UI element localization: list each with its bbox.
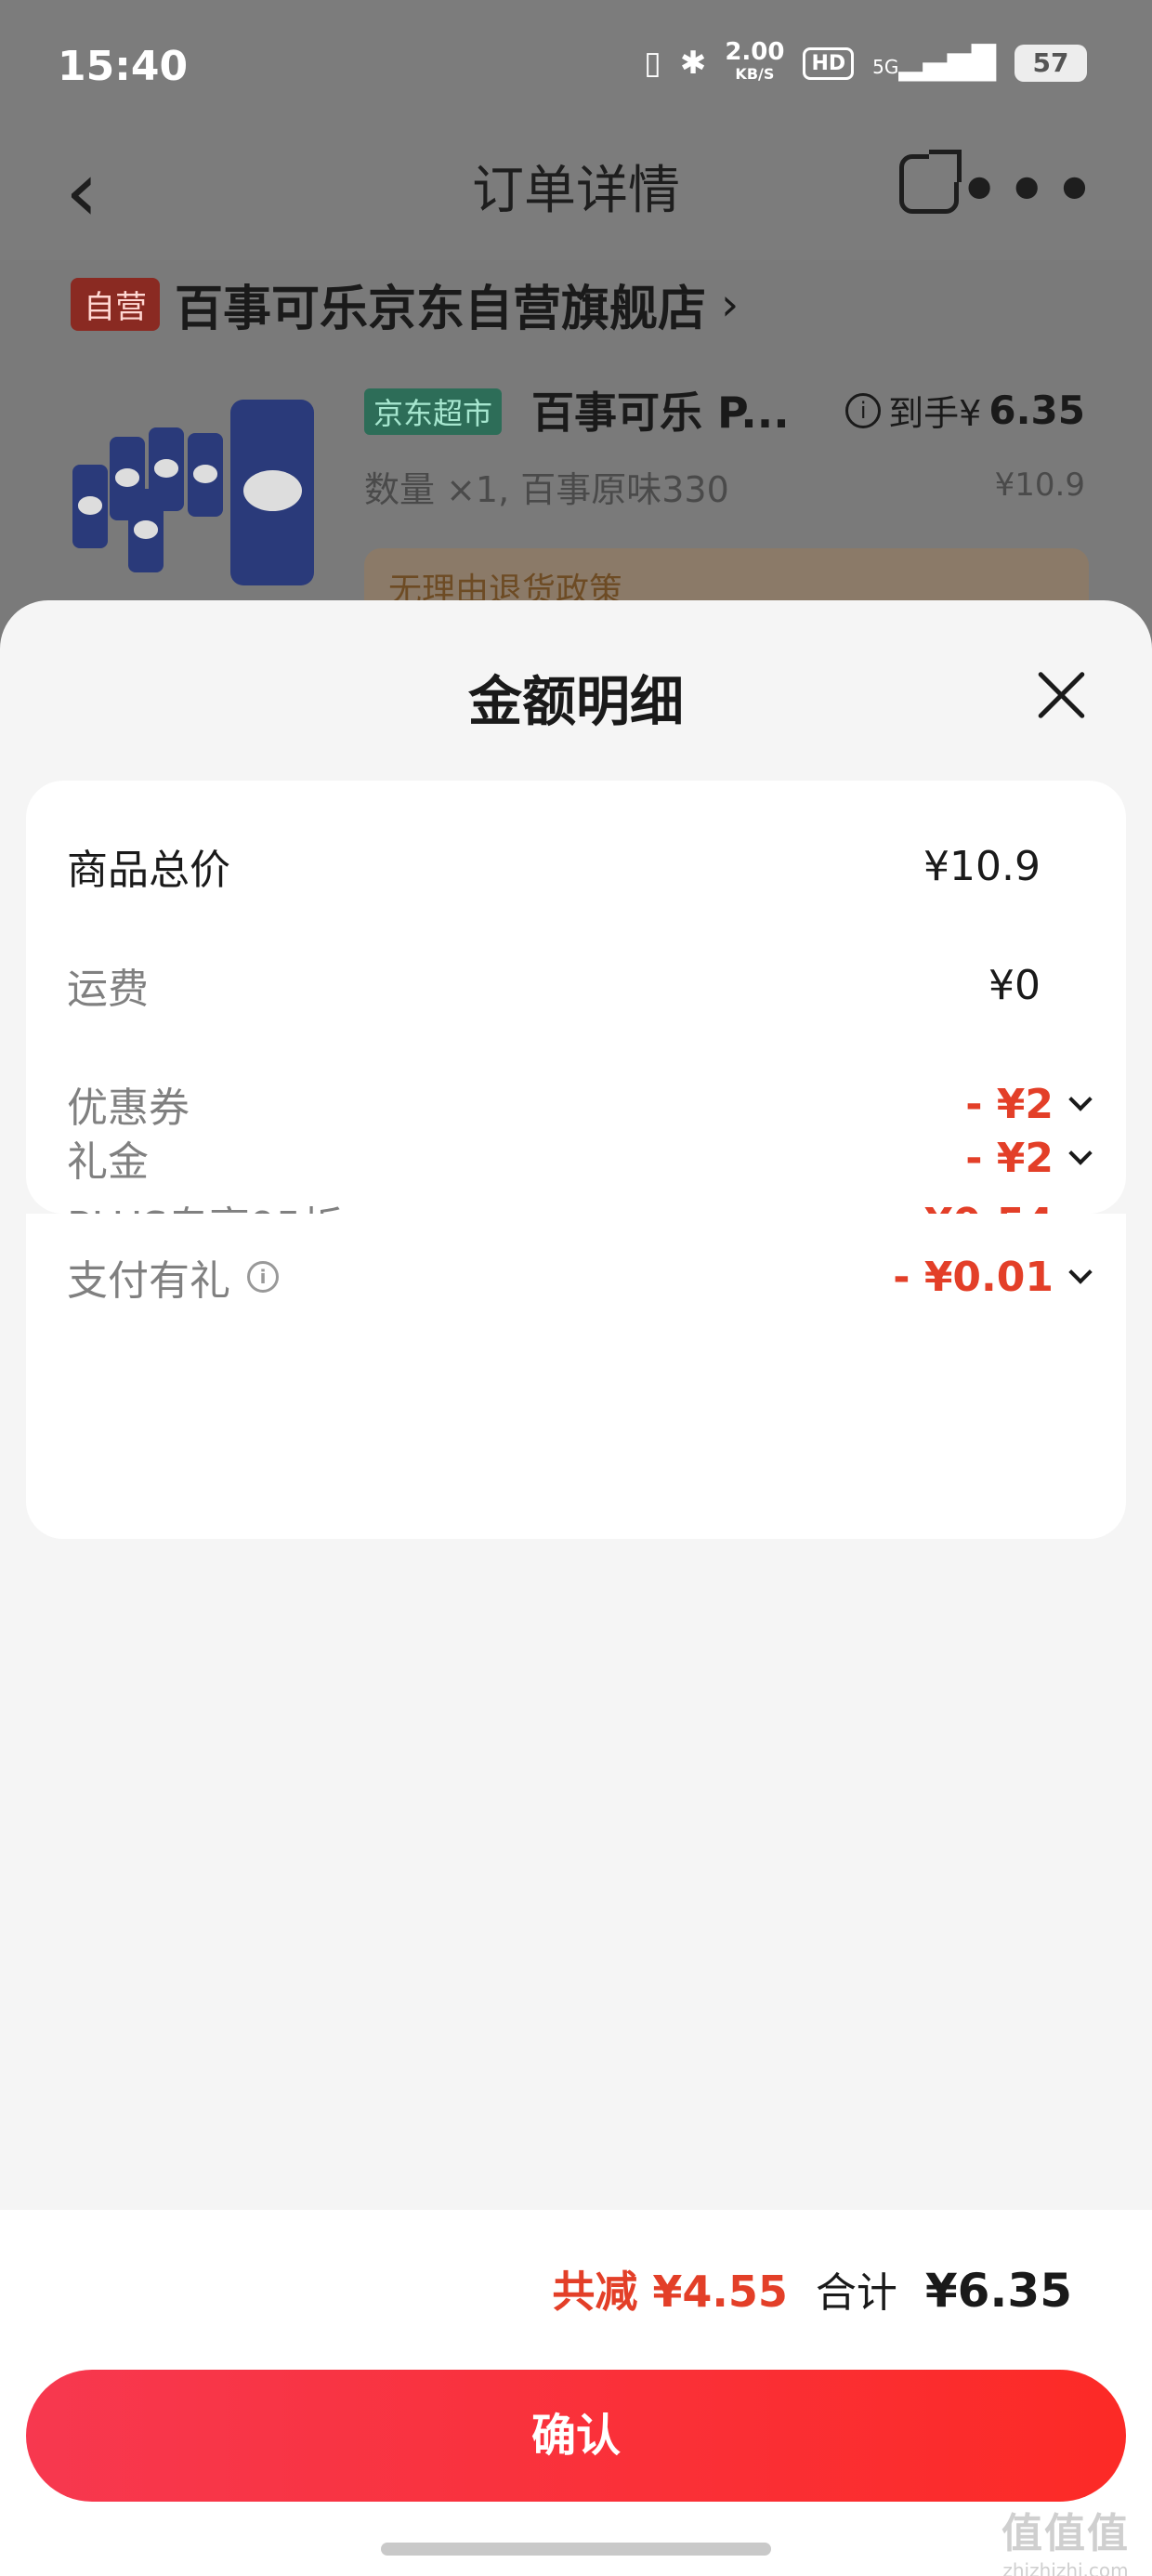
chevron-right-icon: ›	[721, 278, 740, 331]
nav-header: ‹ 订单详情 •••	[0, 130, 1152, 260]
final-price: i 到手¥ 6.35	[845, 385, 1085, 436]
row-shipping: 运费 ¥0	[67, 948, 1089, 1022]
row-value: - ¥0.01	[893, 1254, 1093, 1301]
signal-icon: 5G▂▄▆█	[872, 45, 996, 82]
row-goods-total: 商品总价 ¥10.9	[67, 829, 1089, 903]
hd-icon: HD	[803, 46, 855, 80]
self-operated-badge: 自营	[71, 278, 160, 331]
net-speed: 2.00 KB/S	[725, 38, 785, 83]
row-label: 礼金	[67, 1138, 149, 1186]
can-image	[128, 489, 164, 572]
row-label: 支付有礼 i	[67, 1247, 279, 1307]
status-bar: 15:40 ▯ ✱ 2.00 KB/S HD 5G▂▄▆█ 57	[0, 0, 1152, 130]
product-name[interactable]: 百事可乐 P...	[531, 379, 790, 440]
store-row[interactable]: 自营 百事可乐京东自营旗舰店 ›	[71, 269, 739, 339]
row-value: ¥10.9	[923, 842, 1041, 890]
summary-amounts: 共减 ¥4.55 合计 ¥6.35	[552, 2258, 1072, 2320]
more-icon[interactable]: •••	[957, 147, 1100, 233]
status-icons: ▯ ✱ 2.00 KB/S HD 5G▂▄▆█ 57	[644, 38, 1087, 85]
status-time: 15:40	[58, 43, 189, 90]
row-payment-gift[interactable]: 支付有礼 i - ¥0.01	[67, 1240, 1093, 1314]
product-spec[interactable]: 数量 ×1, 百事原味330	[364, 461, 729, 512]
can-image	[72, 465, 108, 548]
total-amount: ¥6.35	[924, 2264, 1072, 2318]
can-image	[188, 433, 223, 517]
original-price: ¥10.9	[994, 467, 1085, 504]
row-cash-gift[interactable]: 礼金 - ¥2	[67, 1121, 1093, 1195]
share-icon[interactable]	[899, 150, 962, 214]
battery-icon: 57	[1015, 45, 1087, 82]
sheet-title: 金额明细	[467, 670, 684, 733]
order-content-dimmed: 自营 百事可乐京东自营旗舰店 › 京东超市 百事可乐 P... i 到手¥ 6.…	[0, 260, 1152, 632]
info-icon[interactable]: i	[845, 392, 882, 428]
row-value: ¥0	[988, 961, 1041, 1009]
chevron-down-icon[interactable]	[1068, 1260, 1093, 1284]
confirm-button[interactable]: 确认	[26, 2370, 1126, 2502]
close-icon[interactable]	[1033, 667, 1089, 723]
product-image	[72, 400, 314, 604]
row-label: 商品总价	[67, 847, 230, 894]
row-value: - ¥2	[965, 1135, 1093, 1182]
store-name: 百事可乐京东自营旗舰店	[175, 282, 707, 337]
total-label: 合计	[815, 2269, 897, 2317]
amount-card-lower: 礼金 - ¥2 支付有礼 i - ¥0.01	[26, 1135, 1126, 1539]
watermark: 值值值 zhizhizhi.com	[1001, 2510, 1130, 2576]
bluetooth-icon: ✱	[679, 45, 707, 82]
info-icon[interactable]: i	[247, 1261, 279, 1293]
summary-bar: 共减 ¥4.55 合计 ¥6.35	[0, 2210, 1152, 2355]
chevron-down-icon[interactable]	[1068, 1087, 1093, 1111]
can-image	[230, 400, 314, 585]
total-reduction: 共减 ¥4.55	[552, 2267, 788, 2317]
home-indicator[interactable]	[381, 2543, 771, 2556]
jd-supermarket-badge: 京东超市	[364, 388, 503, 435]
chevron-down-icon[interactable]	[1068, 1141, 1093, 1165]
vibrate-icon: ▯	[644, 45, 661, 82]
row-label: 运费	[67, 966, 149, 1013]
